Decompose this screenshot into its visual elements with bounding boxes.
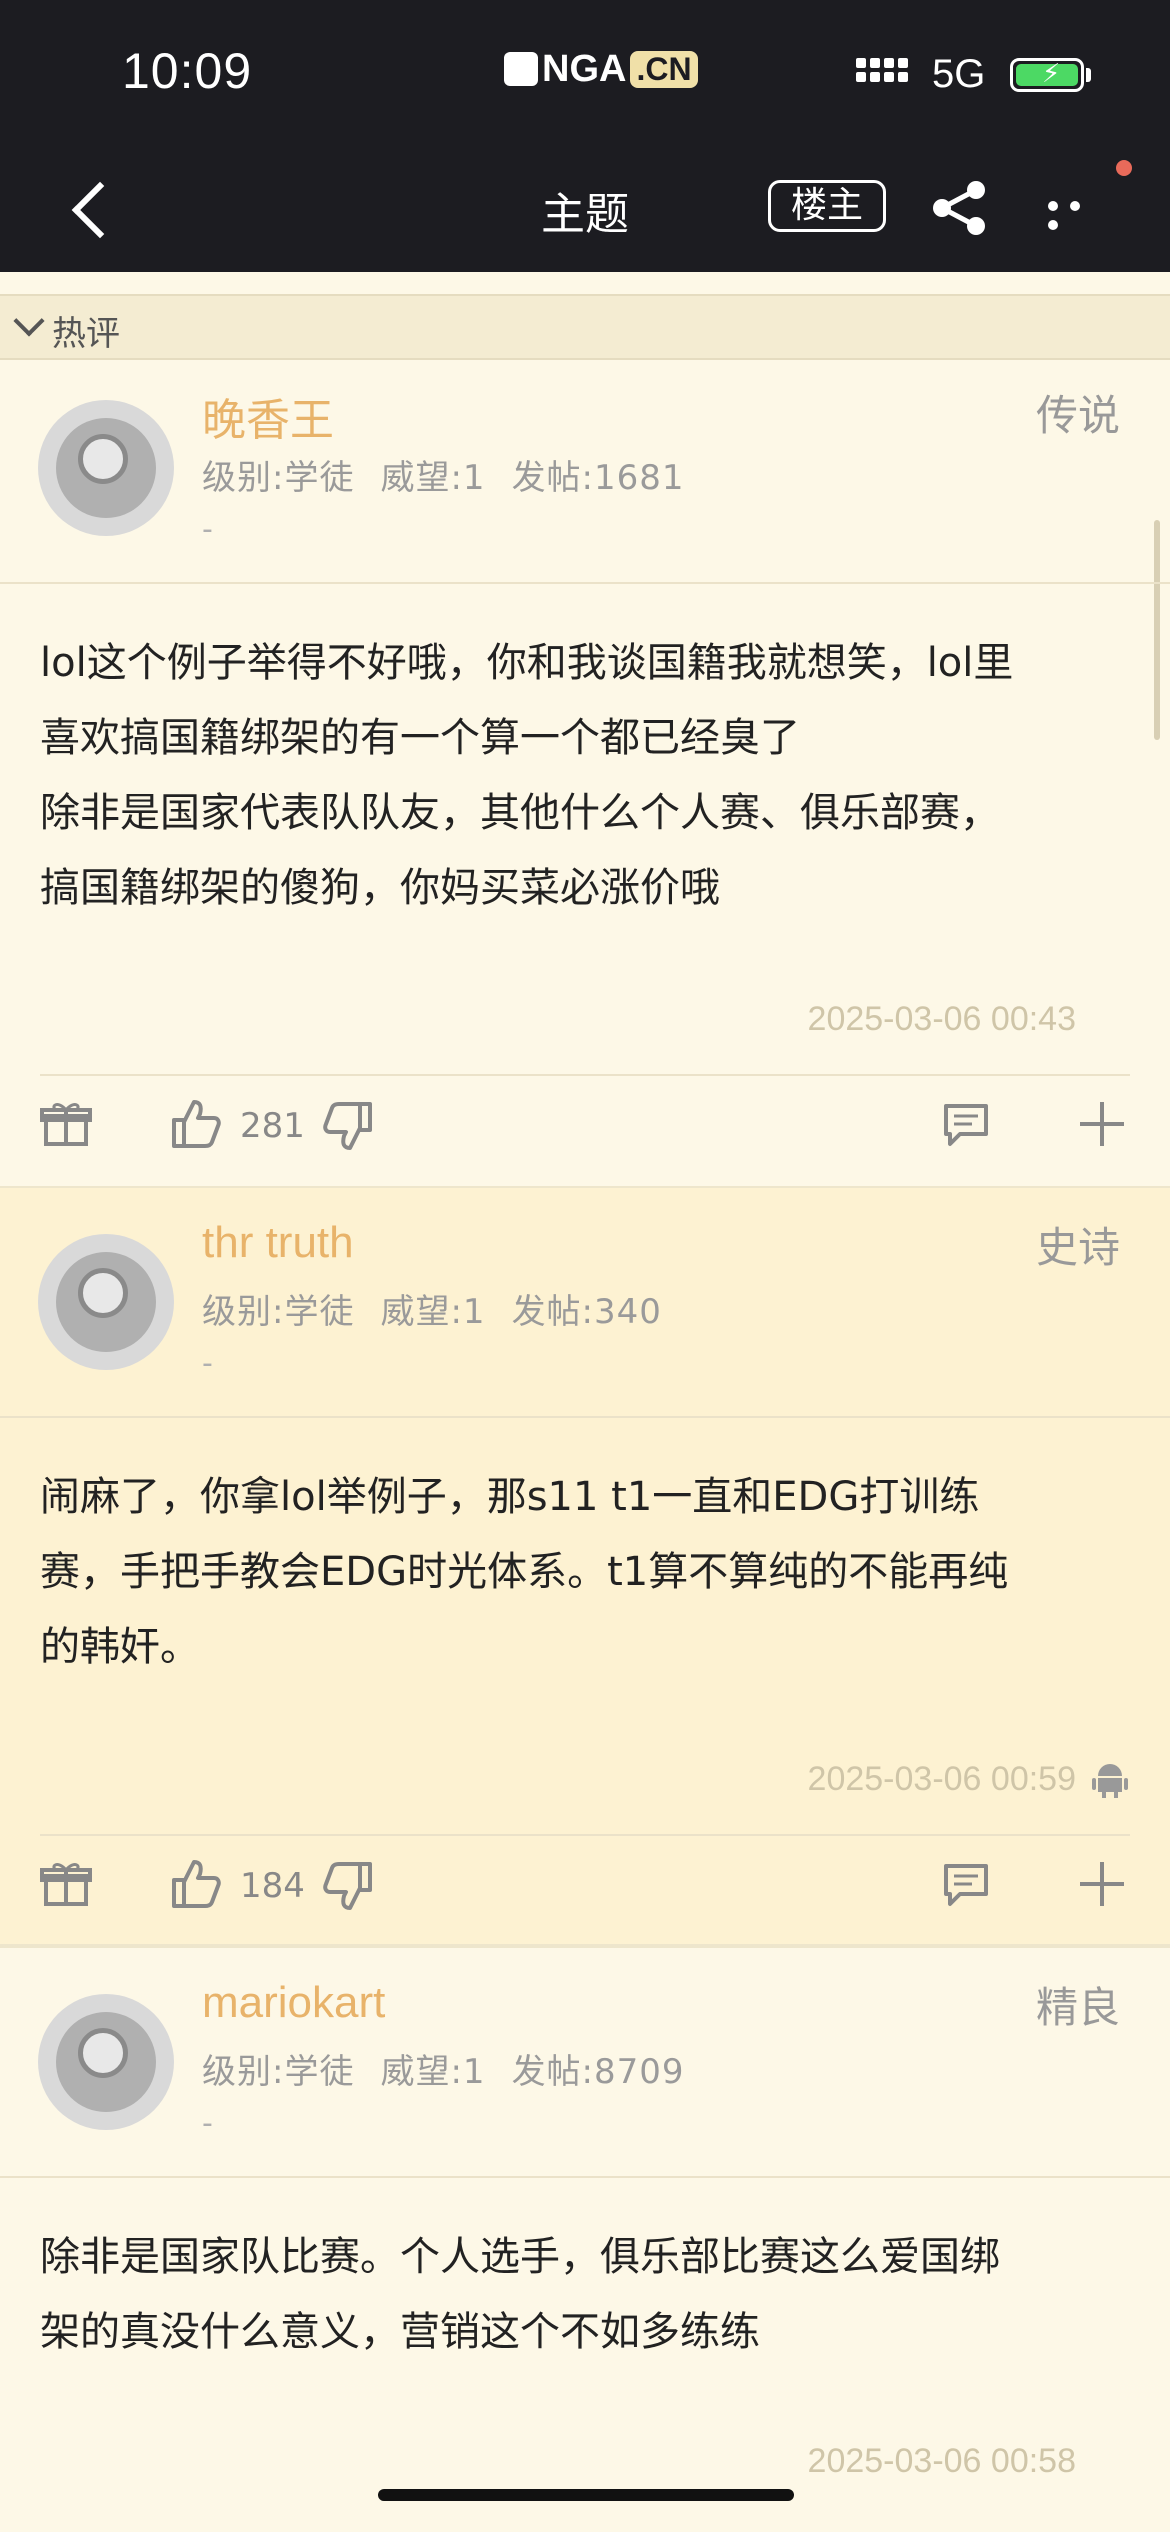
post-time: 2025-03-06 00:59 (807, 1760, 1076, 1798)
paw-icon (504, 52, 538, 86)
scrollbar[interactable] (1154, 520, 1160, 740)
more-menu-icon[interactable] (1048, 196, 1106, 230)
thumbs-down-icon[interactable] (322, 1100, 374, 1152)
post-username[interactable]: 晚香王 (202, 384, 334, 448)
status-time: 10:09 (122, 43, 253, 99)
post-time: 2025-03-06 00:58 (807, 2442, 1076, 2480)
notification-dot (1116, 160, 1132, 176)
battery-icon: ⚡ (1010, 58, 1084, 92)
post-rank: 史诗 (1035, 1223, 1120, 1272)
app-logo: NGA .CN (504, 48, 698, 90)
meta-prestige: 威望:1 (380, 458, 486, 498)
meta-posts: 发帖:8709 (511, 2052, 685, 2092)
avatar[interactable] (38, 1234, 174, 1370)
divider (0, 2176, 1170, 2178)
post-signature: - (202, 1346, 213, 1381)
meta-prestige: 威望:1 (380, 2052, 486, 2092)
post-username[interactable]: mariokart (202, 1978, 385, 2028)
content-line: 赛，手把手教会EDG时光体系。t1算不算纯的不能再纯 (40, 1549, 1009, 1595)
avatar[interactable] (38, 1994, 174, 2130)
hot-comments-header[interactable]: 热评 (0, 294, 1170, 360)
comment-icon[interactable] (940, 1098, 992, 1150)
author-only-button[interactable]: 楼主 (768, 180, 886, 232)
content-line: 搞国籍绑架的傻狗，你妈买菜必涨价哦 (40, 865, 720, 911)
hot-comments-label: 热评 (52, 314, 120, 354)
like-count: 184 (240, 1866, 305, 1906)
post-signature: - (202, 512, 213, 547)
divider (0, 582, 1170, 584)
post-rank: 传说 (1035, 391, 1120, 440)
content-line: 喜欢搞国籍绑架的有一个算一个都已经臭了 (40, 715, 800, 761)
gift-icon[interactable] (40, 1098, 92, 1150)
meta-level: 级别:学徒 (202, 1292, 355, 1332)
post-actions: 184 (0, 1836, 1170, 1936)
post-separator (0, 1944, 1170, 1948)
thumbs-down-icon[interactable] (322, 1860, 374, 1912)
chevron-down-icon (13, 305, 45, 337)
content-line: 的韩奸。 (40, 1624, 200, 1670)
post-content: lol这个例子举得不好哦，你和我谈国籍我就想笑，lol里 喜欢搞国籍绑架的有一个… (40, 626, 1130, 926)
thumbs-up-icon[interactable] (170, 1098, 222, 1150)
like-count: 281 (240, 1106, 305, 1146)
post-content: 闹麻了，你拿lol举例子，那s11 t1一直和EDG打训练 赛，手把手教会EDG… (40, 1460, 1130, 1685)
avatar[interactable] (38, 400, 174, 536)
plus-icon[interactable] (1076, 1098, 1128, 1150)
plus-icon[interactable] (1076, 1858, 1128, 1910)
post-username[interactable]: thr truth (202, 1218, 354, 1268)
battery-cap (1086, 68, 1091, 82)
meta-level: 级别:学徒 (202, 458, 355, 498)
content-line: 架的真没什么意义，营销这个不如多练练 (40, 2309, 760, 2355)
page-title: 主题 (541, 189, 629, 240)
android-icon (1092, 1764, 1128, 1798)
network-label: 5G (932, 52, 986, 96)
content-line: lol这个例子举得不好哦，你和我谈国籍我就想笑，lol里 (40, 640, 1014, 686)
meta-prestige: 威望:1 (380, 1292, 486, 1332)
post-meta: 级别:学徒 威望:1 发帖:340 (202, 1284, 688, 1333)
content-line: 除非是国家队比赛。个人选手，俱乐部比赛这么爱国绑 (40, 2234, 1000, 2280)
post-content: 除非是国家队比赛。个人选手，俱乐部比赛这么爱国绑 架的真没什么意义，营销这个不如… (40, 2220, 1130, 2370)
comment-icon[interactable] (940, 1858, 992, 1910)
content-line: 闹麻了，你拿lol举例子，那s11 t1一直和EDG打训练 (40, 1474, 980, 1520)
post-item: thr truth 史诗 级别:学徒 威望:1 发帖:340 - 闹麻了，你拿lol… (0, 1188, 1170, 1948)
logo-badge: .CN (630, 50, 698, 88)
signal-icon (856, 58, 908, 82)
meta-posts: 发帖:340 (511, 1292, 662, 1332)
gift-icon[interactable] (40, 1858, 92, 1910)
content-line: 除非是国家代表队队友，其他什么个人赛、俱乐部赛， (40, 790, 1000, 836)
meta-level: 级别:学徒 (202, 2052, 355, 2092)
post-signature: - (202, 2106, 213, 2141)
post-actions: 281 (0, 1076, 1170, 1176)
logo-text: NGA (542, 47, 627, 90)
home-indicator[interactable] (378, 2489, 794, 2501)
meta-posts: 发帖:1681 (511, 458, 685, 498)
post-rank: 精良 (1035, 1983, 1120, 2032)
post-time: 2025-03-06 00:43 (807, 1000, 1076, 1038)
post-meta: 级别:学徒 威望:1 发帖:1681 (202, 450, 711, 499)
post-meta: 级别:学徒 威望:1 发帖:8709 (202, 2044, 711, 2093)
thumbs-up-icon[interactable] (170, 1858, 222, 1910)
divider (0, 1416, 1170, 1418)
share-icon[interactable] (930, 180, 990, 236)
